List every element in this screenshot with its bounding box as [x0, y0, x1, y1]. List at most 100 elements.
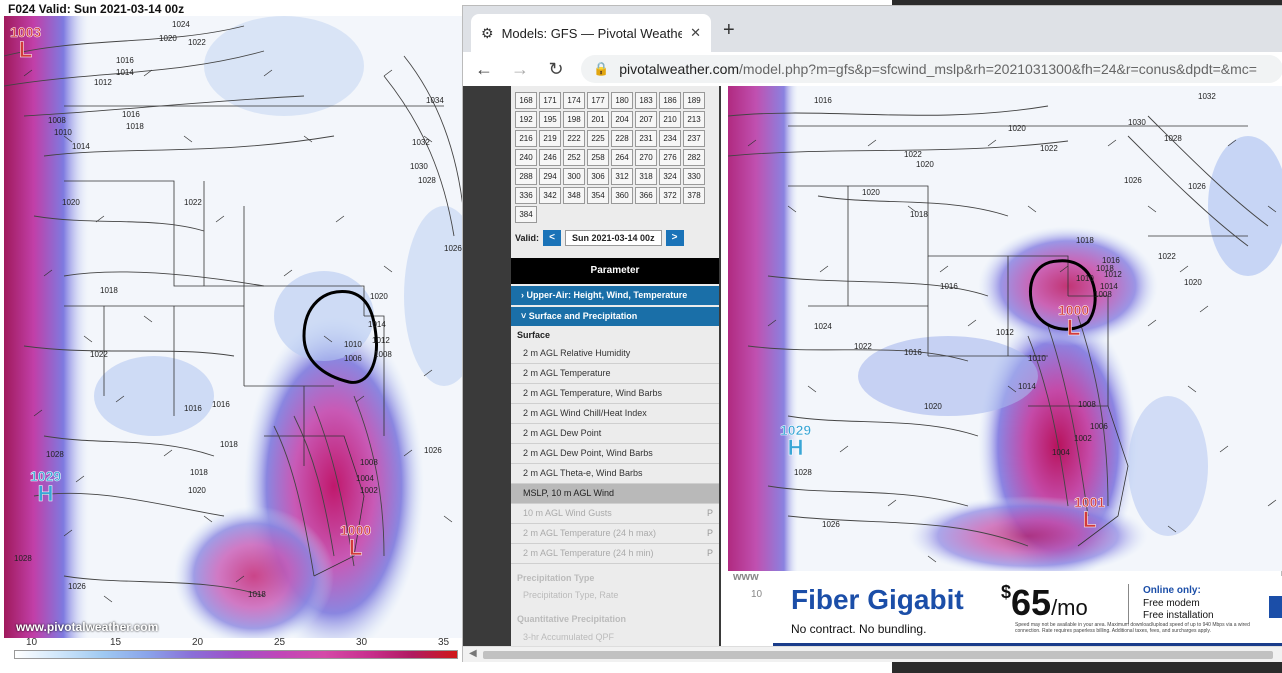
ad-cta-tile[interactable] [1269, 596, 1282, 618]
isobar-label: 1028 [14, 554, 32, 563]
forecast-hour-button[interactable]: 183 [635, 92, 657, 109]
forecast-hour-button[interactable]: 282 [683, 149, 705, 166]
premium-badge: P [706, 548, 713, 558]
colorbar-tick-fragment: 10 [751, 589, 763, 600]
tab-models-gfs[interactable]: ⚙ Models: GFS — Pivotal Weather ✕ [471, 14, 711, 52]
forecast-hour-button[interactable]: 240 [515, 149, 537, 166]
forecast-hour-button[interactable]: 342 [539, 187, 561, 204]
isobar-label: 1028 [794, 468, 812, 477]
param-precip-type[interactable]: Precipitation Type, Rate [523, 590, 618, 600]
forecast-hour-button[interactable]: 222 [563, 130, 585, 147]
forecast-hour-button[interactable]: 252 [563, 149, 585, 166]
valid-time-select[interactable]: Sun 2021-03-14 00z [565, 230, 662, 246]
forecast-hour-button[interactable]: 213 [683, 111, 705, 128]
forecast-hour-button[interactable]: 237 [683, 130, 705, 147]
lock-icon[interactable]: 🔒 [593, 61, 609, 77]
forecast-hour-button[interactable]: 198 [563, 111, 585, 128]
forecast-hour-button[interactable]: 201 [587, 111, 609, 128]
forecast-hour-button[interactable]: 210 [659, 111, 681, 128]
new-tab-button[interactable]: + [723, 20, 735, 40]
isobar-label: 1014 [72, 142, 90, 151]
forecast-hour-button[interactable]: 189 [683, 92, 705, 109]
site-watermark: www.pivotalweather.com [16, 620, 159, 634]
forecast-hour-button[interactable]: 168 [515, 92, 537, 109]
address-bar[interactable]: 🔒 pivotalweather.com/model.php?m=gfs&p=s… [581, 55, 1282, 83]
param-item[interactable]: 10 m AGL Wind Gusts P [511, 504, 719, 524]
forecast-hour-button[interactable]: 216 [515, 130, 537, 147]
param-item[interactable]: 2 m AGL Temperature (24 h min) P [511, 544, 719, 564]
forecast-hour-button[interactable]: 186 [659, 92, 681, 109]
forecast-hour-button[interactable]: 348 [563, 187, 585, 204]
left-weather-map-window: F024 Valid: Sun 2021-03-14 00z 1024 1022… [0, 0, 465, 673]
back-button[interactable]: ← [473, 59, 495, 80]
premium-badge: P [706, 508, 713, 518]
forecast-hour-button[interactable]: 294 [539, 168, 561, 185]
forecast-hour-button[interactable]: 171 [539, 92, 561, 109]
ad-benefit: Free modem [1143, 598, 1200, 609]
forecast-hour-button[interactable]: 228 [611, 130, 633, 147]
forecast-hour-button[interactable]: 258 [587, 149, 609, 166]
isobar-label: 1008 [48, 116, 66, 125]
forecast-hour-button[interactable]: 384 [515, 206, 537, 223]
forecast-hour-button[interactable]: 225 [587, 130, 609, 147]
forecast-hour-button[interactable]: 366 [635, 187, 657, 204]
param-item[interactable]: 2 m AGL Dew Point [511, 424, 719, 444]
forecast-hour-button[interactable]: 312 [611, 168, 633, 185]
param-3hr-qpf[interactable]: 3-hr Accumulated QPF [523, 632, 614, 642]
scroll-left-icon[interactable]: ◀ [469, 648, 477, 659]
accordion-surface-precip[interactable]: ˅ Surface and Precipitation [511, 307, 719, 326]
param-item[interactable]: MSLP, 10 m AGL Wind [511, 484, 719, 504]
forecast-hour-button[interactable]: 330 [683, 168, 705, 185]
forecast-hour-button[interactable]: 288 [515, 168, 537, 185]
advertisement-banner[interactable]: Fiber Gigabit No contract. No bundling. … [773, 576, 1282, 646]
forecast-hour-button[interactable]: 378 [683, 187, 705, 204]
prev-time-button[interactable]: < [543, 230, 562, 246]
forecast-hour-button[interactable]: 324 [659, 168, 681, 185]
param-item[interactable]: 2 m AGL Relative Humidity [511, 344, 719, 364]
forecast-hour-button[interactable]: 234 [659, 130, 681, 147]
colorbar: 10 15 20 25 30 35 [14, 637, 458, 660]
forecast-hour-button[interactable]: 276 [659, 149, 681, 166]
forecast-hour-button[interactable]: 354 [587, 187, 609, 204]
horizontal-scrollbar[interactable]: ◀ [463, 646, 1282, 662]
forecast-hour-button[interactable]: 318 [635, 168, 657, 185]
forecast-hour-button[interactable]: 174 [563, 92, 585, 109]
param-item[interactable]: 2 m AGL Theta-e, Wind Barbs [511, 464, 719, 484]
forecast-hour-button[interactable]: 300 [563, 168, 585, 185]
forecast-hour-button[interactable]: 246 [539, 149, 561, 166]
isobar-label: 1026 [444, 244, 462, 253]
param-item[interactable]: 2 m AGL Wind Chill/Heat Index [511, 404, 719, 424]
forecast-hour-button[interactable]: 180 [611, 92, 633, 109]
isobar-label: 1022 [184, 198, 202, 207]
forecast-hour-button[interactable]: 264 [611, 149, 633, 166]
forecast-hour-button[interactable]: 336 [515, 187, 537, 204]
forecast-hour-button[interactable]: 231 [635, 130, 657, 147]
valid-time-control: Valid: < Sun 2021-03-14 00z > [515, 230, 684, 246]
forecast-hour-button[interactable]: 192 [515, 111, 537, 128]
isobar-label: 1010 [54, 128, 72, 137]
forward-button[interactable]: → [509, 59, 531, 80]
isobar-label: 1026 [1188, 182, 1206, 191]
close-icon[interactable]: ✕ [690, 25, 701, 41]
scrollbar-thumb[interactable] [483, 651, 1273, 659]
reload-button[interactable]: ↻ [545, 59, 567, 80]
next-time-button[interactable]: > [665, 230, 684, 246]
forecast-hour-button[interactable]: 207 [635, 111, 657, 128]
forecast-hour-button[interactable]: 219 [539, 130, 561, 147]
param-item[interactable]: 2 m AGL Temperature [511, 364, 719, 384]
forecast-hour-button[interactable]: 204 [611, 111, 633, 128]
forecast-hour-button[interactable]: 177 [587, 92, 609, 109]
forecast-hour-button[interactable]: 360 [611, 187, 633, 204]
forecast-hour-button[interactable]: 306 [587, 168, 609, 185]
ad-price: $65/mo [1001, 582, 1088, 623]
param-item[interactable]: 2 m AGL Dew Point, Wind Barbs [511, 444, 719, 464]
precip-type-section-label: Precipitation Type [517, 573, 595, 583]
accordion-upper-air[interactable]: › Upper-Air: Height, Wind, Temperature [511, 286, 719, 305]
forecast-hour-button[interactable]: 270 [635, 149, 657, 166]
high-pressure-marker: 1029 H [30, 468, 62, 506]
param-item[interactable]: 2 m AGL Temperature, Wind Barbs [511, 384, 719, 404]
forecast-hour-button[interactable]: 195 [539, 111, 561, 128]
surface-section-label: Surface [517, 330, 551, 340]
param-item[interactable]: 2 m AGL Temperature (24 h max) P [511, 524, 719, 544]
forecast-hour-button[interactable]: 372 [659, 187, 681, 204]
